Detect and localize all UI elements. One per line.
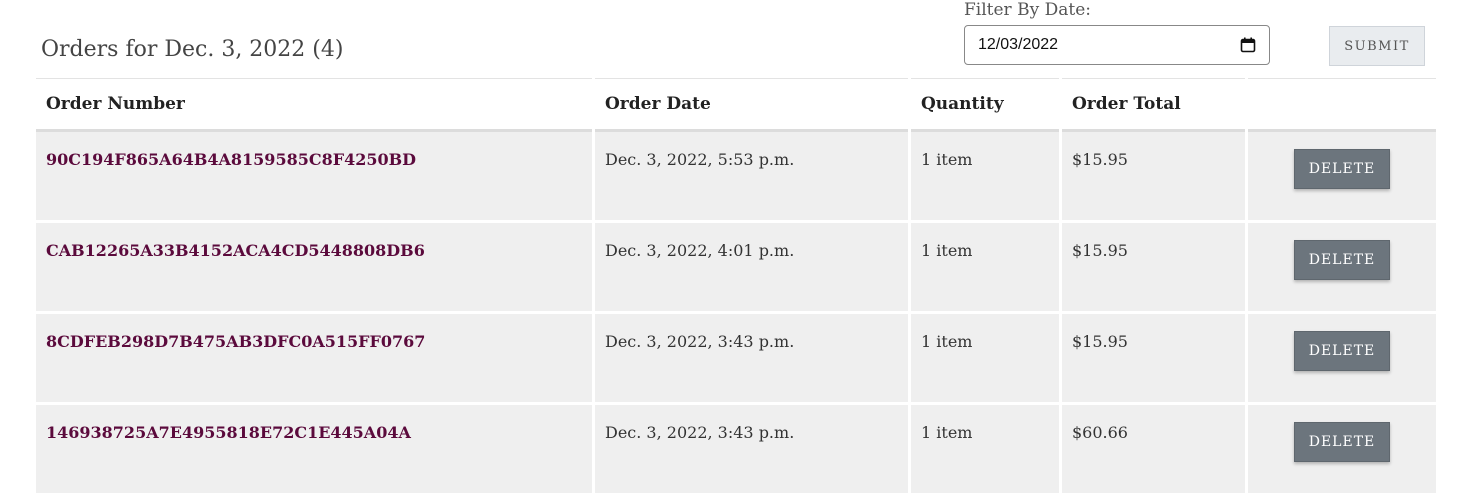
order-total-cell: $15.95 [1062,314,1245,405]
order-date-cell: Dec. 3, 2022, 3:43 p.m. [595,405,908,496]
header-order-number: Order Number [36,78,592,132]
delete-button[interactable]: DELETE [1294,240,1390,280]
quantity-cell: 1 item [911,314,1059,405]
date-filter-input[interactable]: 12/03/2022 [964,25,1270,65]
table-row: 8CDFEB298D7B475AB3DFC0A515FF0767 Dec. 3,… [36,314,1436,405]
table-row: 90C194F865A64B4A8159585C8F4250BD Dec. 3,… [36,132,1436,223]
submit-button[interactable]: SUBMIT [1329,26,1425,66]
action-cell: DELETE [1248,223,1436,314]
order-total-cell: $15.95 [1062,132,1245,223]
delete-button[interactable]: DELETE [1294,149,1390,189]
delete-button[interactable]: DELETE [1294,331,1390,371]
action-cell: DELETE [1248,314,1436,405]
table-row: CAB12265A33B4152ACA4CD5448808DB6 Dec. 3,… [36,223,1436,314]
quantity-cell: 1 item [911,405,1059,496]
date-value: 12/03/2022 [978,36,1059,53]
order-number-link[interactable]: 146938725A7E4955818E72C1E445A04A [46,423,411,442]
orders-table: Order Number Order Date Quantity Order T… [33,78,1439,496]
header-order-date: Order Date [595,78,908,132]
order-total-cell: $15.95 [1062,223,1245,314]
order-date-cell: Dec. 3, 2022, 5:53 p.m. [595,132,908,223]
header-order-total: Order Total [1062,78,1245,132]
header-actions [1248,78,1436,132]
order-number-cell: 8CDFEB298D7B475AB3DFC0A515FF0767 [36,314,592,405]
order-number-link[interactable]: CAB12265A33B4152ACA4CD5448808DB6 [46,241,425,260]
action-cell: DELETE [1248,405,1436,496]
table-header-row: Order Number Order Date Quantity Order T… [36,78,1436,132]
filter-label: Filter By Date: [964,0,1091,20]
order-date-cell: Dec. 3, 2022, 3:43 p.m. [595,314,908,405]
quantity-cell: 1 item [911,223,1059,314]
order-number-cell: 90C194F865A64B4A8159585C8F4250BD [36,132,592,223]
orders-title: Orders for Dec. 3, 2022 (4) [41,37,344,62]
order-total-cell: $60.66 [1062,405,1245,496]
header-quantity: Quantity [911,78,1059,132]
calendar-icon[interactable] [1240,37,1256,53]
order-number-link[interactable]: 90C194F865A64B4A8159585C8F4250BD [46,150,416,169]
order-number-link[interactable]: 8CDFEB298D7B475AB3DFC0A515FF0767 [46,332,425,351]
quantity-cell: 1 item [911,132,1059,223]
order-number-cell: CAB12265A33B4152ACA4CD5448808DB6 [36,223,592,314]
action-cell: DELETE [1248,132,1436,223]
delete-button[interactable]: DELETE [1294,422,1390,462]
table-row: 146938725A7E4955818E72C1E445A04A Dec. 3,… [36,405,1436,496]
order-number-cell: 146938725A7E4955818E72C1E445A04A [36,405,592,496]
order-date-cell: Dec. 3, 2022, 4:01 p.m. [595,223,908,314]
